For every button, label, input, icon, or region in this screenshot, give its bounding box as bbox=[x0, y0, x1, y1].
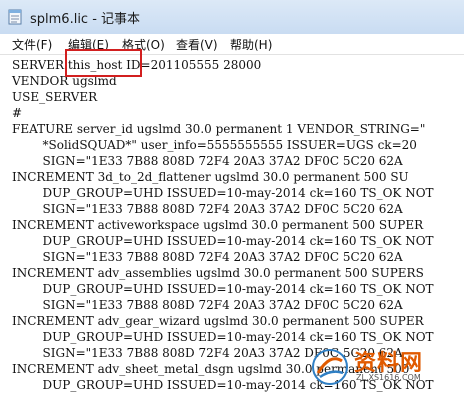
watermark-logo-icon bbox=[312, 349, 348, 385]
text-line: USE_SERVER bbox=[12, 90, 98, 104]
text-line: DUP_GROUP=UHD ISSUED=10-may-2014 ck=160 … bbox=[12, 282, 434, 296]
watermark: 资料网 ZL.XS1616.COM bbox=[310, 343, 460, 391]
text-line: SIGN="1E33 7B88 808D 72F4 20A3 37A2 DF0C… bbox=[12, 154, 403, 168]
text-line: SIGN="1E33 7B88 808D 72F4 20A3 37A2 DF0C… bbox=[12, 202, 403, 216]
text-line: DUP_GROUP=UHD ISSUED=10-may-2014 ck=160 … bbox=[12, 186, 434, 200]
text-line: SIGN="1E33 7B88 808D 72F4 20A3 37A2 DF0C… bbox=[12, 250, 403, 264]
text-line: *SolidSQUAD*" user_info=5555555555 ISSUE… bbox=[12, 138, 417, 152]
text-line: # bbox=[12, 106, 23, 120]
text-line: INCREMENT activeworkspace ugslmd 30.0 pe… bbox=[12, 218, 424, 232]
window-title: splm6.lic - 记事本 bbox=[30, 12, 141, 27]
notepad-icon bbox=[8, 9, 22, 25]
title-bar[interactable]: splm6.lic - 记事本 bbox=[0, 0, 464, 35]
watermark-url: ZL.XS1616.COM bbox=[356, 373, 421, 382]
text-line: INCREMENT adv_gear_wizard ugslmd 30.0 pe… bbox=[12, 314, 424, 328]
menu-view[interactable]: 查看(V) bbox=[176, 36, 218, 53]
text-line: FEATURE server_id ugslmd 30.0 permanent … bbox=[12, 122, 426, 136]
text-line: INCREMENT adv_assemblies ugslmd 30.0 per… bbox=[12, 266, 424, 280]
text-line: DUP_GROUP=UHD ISSUED=10-may-2014 ck=160 … bbox=[12, 234, 434, 248]
text-line: SIGN="1E33 7B88 808D 72F4 20A3 37A2 DF0C… bbox=[12, 298, 403, 312]
this-host-highlight-box bbox=[65, 49, 142, 77]
notepad-window: splm6.lic - 记事本 文件(F) 编辑(E) 格式(O) 查看(V) … bbox=[0, 0, 464, 393]
text-line: INCREMENT 3d_to_2d_flattener ugslmd 30.0… bbox=[12, 170, 409, 184]
menu-help[interactable]: 帮助(H) bbox=[230, 36, 272, 53]
menu-file[interactable]: 文件(F) bbox=[12, 36, 52, 53]
